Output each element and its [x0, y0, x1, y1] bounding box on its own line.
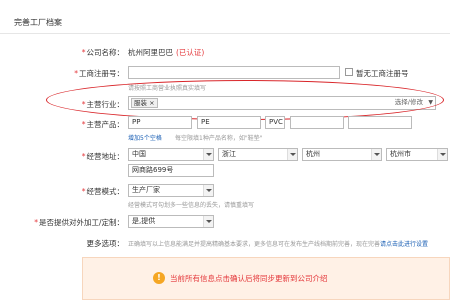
- chevron-down-icon: [203, 216, 213, 227]
- industry-dropdown-label[interactable]: 选择/修改: [395, 97, 423, 108]
- industry-field[interactable]: 服装 × 选择/修改 ▼: [128, 96, 436, 110]
- more-options-text: 正确填写以上信息能满足并提高精确基本要求，更多信息可在发布生产线档期前完善，现在…: [128, 241, 429, 248]
- district-select[interactable]: 杭州市: [386, 148, 448, 161]
- registration-hint: 请按照工商营业执照真实填写: [128, 85, 207, 92]
- more-options-settings-link[interactable]: 请点击此进行设置: [380, 241, 428, 248]
- product-input-3[interactable]: PVC: [265, 116, 285, 129]
- address-label: *经营地址：: [81, 152, 124, 161]
- no-registration-label: 暂无工商注册号: [356, 69, 409, 78]
- chevron-down-icon: [371, 149, 381, 160]
- street-address-input[interactable]: 网商路699号: [128, 164, 214, 177]
- business-mode-label: *经营模式：: [81, 187, 124, 196]
- add-product-slots-link[interactable]: 增加5个空格: [128, 133, 162, 142]
- sync-notice-message: 当前所有信息点击确认后将同步更新到公司介绍: [170, 274, 328, 283]
- oem-label: *是否提供对外加工/定制：: [34, 218, 124, 227]
- registration-label: *工商注册号：: [74, 69, 124, 78]
- industry-label: *主营行业：: [81, 100, 124, 109]
- more-options-label: 更多选项：: [86, 239, 125, 248]
- industry-tag[interactable]: 服装 ×: [131, 98, 158, 108]
- page-header: 完善工厂档案: [0, 0, 450, 34]
- chevron-down-icon: [287, 149, 297, 160]
- registration-number-input[interactable]: [128, 66, 340, 79]
- company-name-value: 杭州阿里巴巴: [128, 48, 173, 57]
- product-input-4[interactable]: [290, 116, 344, 129]
- warning-icon: !: [153, 272, 165, 284]
- chevron-down-icon: [203, 149, 213, 160]
- country-select[interactable]: 中国: [128, 148, 214, 161]
- business-mode-hint: 经营模式可勾划多一些信息的丢失，请慎重填写: [128, 202, 255, 209]
- remove-tag-icon[interactable]: ×: [149, 99, 154, 107]
- page-title: 完善工厂档案: [14, 18, 62, 27]
- chevron-down-icon[interactable]: ▼: [428, 97, 433, 108]
- certified-badge: (已认证): [176, 48, 205, 57]
- oem-select[interactable]: 是,提供: [128, 215, 214, 228]
- company-name-label: *公司名称：: [81, 48, 124, 57]
- product-input-5[interactable]: [348, 116, 412, 129]
- product-input-2[interactable]: PE: [197, 116, 261, 129]
- chevron-down-icon: [437, 149, 447, 160]
- chevron-down-icon: [203, 185, 213, 196]
- sync-notice: ! 当前所有信息点击确认后将同步更新到公司介绍: [82, 257, 450, 300]
- product-input-1[interactable]: PP: [128, 116, 192, 129]
- no-registration-checkbox[interactable]: [345, 68, 353, 76]
- products-label: *主营产品：: [81, 120, 124, 129]
- province-select[interactable]: 浙江: [218, 148, 298, 161]
- products-hint: 每空限填1种产品名称，如"鞋垫": [175, 135, 263, 142]
- business-mode-select[interactable]: 生产厂家: [128, 184, 214, 197]
- city-select[interactable]: 杭州: [302, 148, 382, 161]
